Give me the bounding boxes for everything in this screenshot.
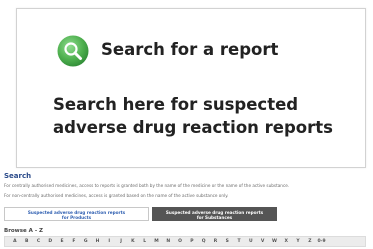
letter-link-q[interactable]: Q [198, 239, 210, 244]
letter-link-a[interactable]: A [9, 239, 21, 244]
letter-link-o[interactable]: O [174, 239, 186, 244]
search-title[interactable]: Search for a report [101, 40, 278, 59]
alphabet-bar: A B C D E F G H I J K L M N O P Q R S T U V W X Y Z 0-9 [4, 236, 366, 247]
letter-link-l[interactable]: L [139, 239, 151, 244]
search-report-card[interactable]: Search for a report Search here for susp… [16, 8, 366, 168]
letter-link-e[interactable]: E [56, 239, 68, 244]
info-text-2: For non-centrally authorised medicines, … [4, 193, 229, 198]
letter-link-z[interactable]: Z [304, 239, 316, 244]
letter-link-w[interactable]: W [269, 239, 281, 244]
letter-link-c[interactable]: C [33, 239, 45, 244]
letter-link-g[interactable]: G [80, 239, 92, 244]
page-heading: Search [4, 172, 32, 180]
tab-products[interactable]: Suspected adverse drug reaction reports … [4, 207, 149, 221]
search-description: Search here for suspected adverse drug r… [53, 95, 333, 137]
letter-link-b[interactable]: B [21, 239, 33, 244]
letter-link-r[interactable]: R [210, 239, 222, 244]
background-page: Search For centrally authorised medicine… [0, 172, 373, 249]
letter-link-u[interactable]: U [245, 239, 257, 244]
letter-link-d[interactable]: D [44, 239, 56, 244]
letter-link-f[interactable]: F [68, 239, 80, 244]
search-icon [57, 35, 89, 67]
letter-link-t[interactable]: T [233, 239, 245, 244]
letter-link-n[interactable]: N [162, 239, 174, 244]
letter-link-p[interactable]: P [186, 239, 198, 244]
tab-substances[interactable]: Suspected adverse drug reaction reports … [152, 207, 277, 221]
letter-link-i[interactable]: I [103, 239, 115, 244]
tab-products-line2: for Products [61, 215, 92, 220]
info-text-1: For centrally authorised medicines, acce… [4, 183, 290, 188]
letter-link-y[interactable]: Y [292, 239, 304, 244]
letter-link-s[interactable]: S [221, 239, 233, 244]
tab-substances-line2: for Substances [196, 215, 233, 220]
letter-link-v[interactable]: V [257, 239, 269, 244]
letter-link-0-9[interactable]: 0-9 [316, 239, 328, 244]
letter-link-k[interactable]: K [127, 239, 139, 244]
letter-link-h[interactable]: H [92, 239, 104, 244]
browse-label: Browse A - Z [4, 228, 44, 234]
letter-link-j[interactable]: J [115, 239, 127, 244]
letter-link-m[interactable]: M [151, 239, 163, 244]
letter-link-x[interactable]: X [280, 239, 292, 244]
